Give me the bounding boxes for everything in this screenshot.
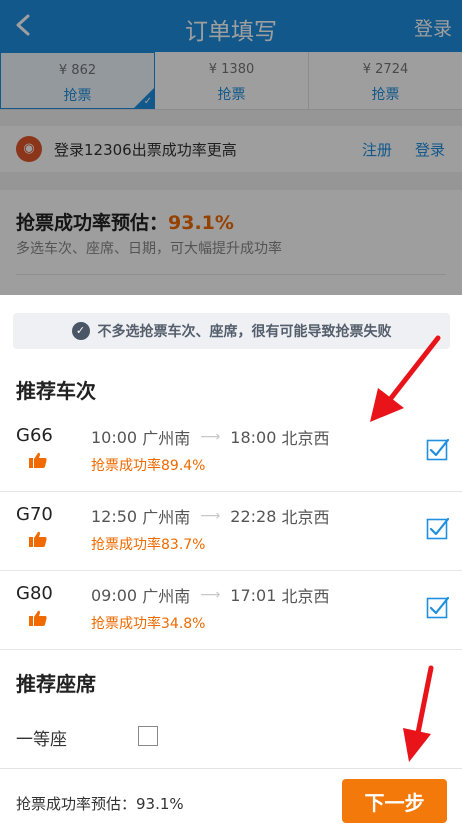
bottom-action-bar: 抢票成功率预估：93.1% 下一步	[0, 768, 462, 830]
checkbox-checked-icon[interactable]	[426, 437, 450, 461]
train-route: 09:00 广州南 ⟶ 17:01 北京西	[91, 583, 330, 607]
route-arrow-icon: ⟶	[200, 587, 221, 603]
recommend-seats-title: 推荐座席	[16, 672, 96, 696]
recommendation-sheet: ✓ 不多选抢票车次、座席，很有可能导致抢票失败 推荐车次 G66 10:00 广…	[0, 295, 462, 830]
thumbs-up-icon	[29, 531, 47, 547]
train-code: G66	[16, 425, 53, 446]
arrive-station: 北京西	[281, 429, 330, 448]
arrive-time: 18:00	[230, 427, 277, 447]
notice-text: 不多选抢票车次、座席，很有可能导致抢票失败	[97, 324, 392, 340]
thumbs-up-icon	[29, 610, 47, 626]
depart-time: 12:50	[91, 506, 138, 526]
depart-station: 广州南	[142, 429, 191, 448]
footer-success-rate: 抢票成功率预估：93.1%	[16, 795, 184, 813]
check-circle-icon: ✓	[71, 322, 90, 340]
arrive-station: 北京西	[281, 587, 330, 606]
train-row[interactable]: G70 12:50 广州南 ⟶ 22:28 北京西 抢票成功率83.7%	[0, 492, 462, 571]
modal-backdrop[interactable]	[0, 0, 462, 295]
depart-time: 10:00	[91, 427, 138, 447]
train-route: 10:00 广州南 ⟶ 18:00 北京西	[91, 425, 330, 449]
train-success-rate: 抢票成功率83.7%	[91, 537, 206, 553]
seat-option-checkbox[interactable]	[138, 726, 158, 746]
seat-option-label: 一等座	[16, 730, 67, 750]
train-code: G70	[16, 504, 53, 525]
depart-time: 09:00	[91, 585, 138, 605]
train-success-rate: 抢票成功率34.8%	[91, 616, 206, 632]
depart-station: 广州南	[142, 587, 191, 606]
train-row[interactable]: G80 09:00 广州南 ⟶ 17:01 北京西 抢票成功率34.8%	[0, 571, 462, 650]
depart-station: 广州南	[142, 508, 191, 527]
arrive-time: 17:01	[230, 585, 277, 605]
recommend-trains-title: 推荐车次	[16, 379, 96, 403]
arrive-time: 22:28	[230, 506, 277, 526]
train-route: 12:50 广州南 ⟶ 22:28 北京西	[91, 504, 330, 528]
seat-option-row[interactable]: 一等座	[0, 717, 462, 757]
next-step-button[interactable]: 下一步	[342, 779, 447, 823]
route-arrow-icon: ⟶	[200, 508, 221, 524]
train-row[interactable]: G66 10:00 广州南 ⟶ 18:00 北京西 抢票成功率89.4%	[0, 413, 462, 492]
train-code: G80	[16, 583, 53, 604]
arrive-station: 北京西	[281, 508, 330, 527]
thumbs-up-icon	[29, 452, 47, 468]
route-arrow-icon: ⟶	[200, 429, 221, 445]
checkbox-checked-icon[interactable]	[426, 595, 450, 619]
checkbox-checked-icon[interactable]	[426, 516, 450, 540]
warning-notice: ✓ 不多选抢票车次、座席，很有可能导致抢票失败	[13, 313, 450, 349]
train-success-rate: 抢票成功率89.4%	[91, 458, 206, 474]
